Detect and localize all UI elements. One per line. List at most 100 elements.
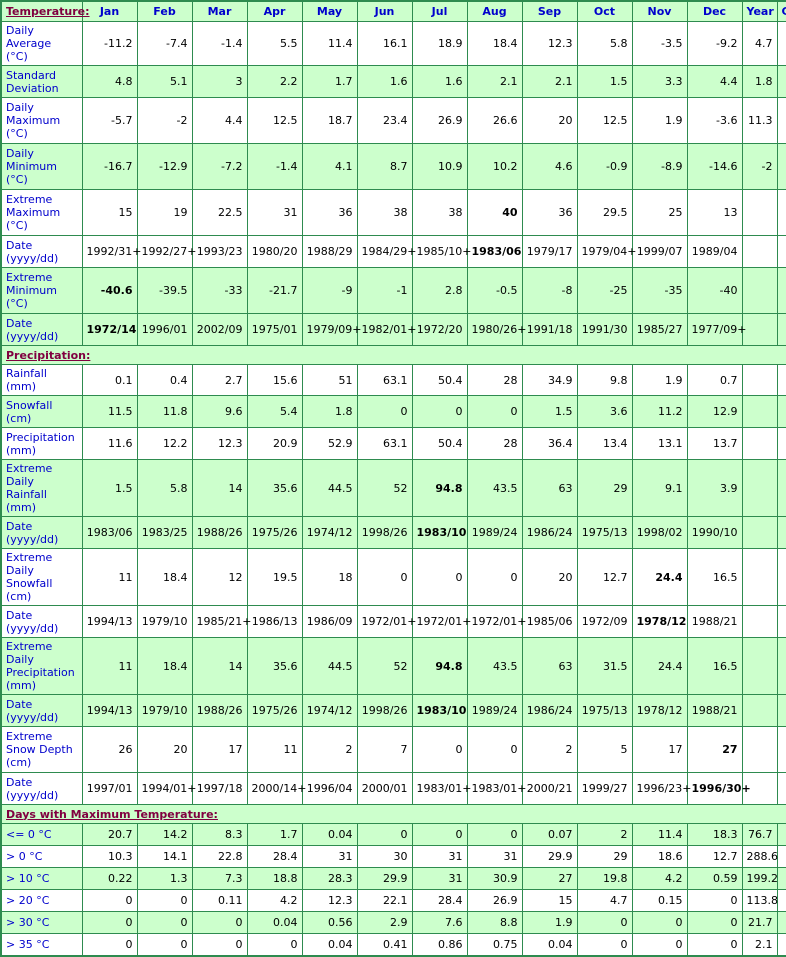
cell-code xyxy=(776,605,786,638)
section-header-precipitation: Precipitation: xyxy=(0,345,786,365)
cell-sep: 27 xyxy=(521,867,578,890)
cell-nov: 1978/12 xyxy=(631,605,688,638)
row-label: > 35 °C xyxy=(0,933,83,957)
cell-mar: -7.2 xyxy=(191,143,248,190)
cell-aug: 28 xyxy=(466,427,523,460)
cell-aug: 0 xyxy=(466,726,523,773)
cell-oct: 29.5 xyxy=(576,189,633,236)
cell-nov: 25 xyxy=(631,189,688,236)
cell-mar: 8.3 xyxy=(191,823,248,846)
cell-jan: 1972/14 xyxy=(81,313,138,346)
cell-code: A xyxy=(776,867,786,890)
cell-jul: 10.9 xyxy=(411,143,468,190)
cell-oct: 29 xyxy=(576,459,633,517)
cell-nov: 1998/02 xyxy=(631,516,688,549)
cell-jan: 0 xyxy=(81,889,138,912)
cell-year xyxy=(741,548,778,606)
cell-may: 1996/04 xyxy=(301,772,358,805)
cell-mar: -1.4 xyxy=(191,21,248,66)
cell-may: 52.9 xyxy=(301,427,358,460)
cell-sep: 15 xyxy=(521,889,578,912)
cell-aug: 43.5 xyxy=(466,637,523,695)
cell-feb: 0 xyxy=(136,933,193,957)
cell-oct: 1972/09 xyxy=(576,605,633,638)
cell-apr: 0 xyxy=(246,933,303,957)
cell-code: A xyxy=(776,889,786,912)
cell-jul: 1972/01+ xyxy=(411,605,471,638)
cell-code: A xyxy=(776,97,786,144)
cell-jan: 1997/01 xyxy=(81,772,138,805)
cell-dec: 4.4 xyxy=(686,65,743,98)
cell-oct: 13.4 xyxy=(576,427,633,460)
cell-may: 18.7 xyxy=(301,97,358,144)
cell-code: A xyxy=(776,21,786,66)
cell-nov: 11.4 xyxy=(631,823,688,846)
cell-jun: 52 xyxy=(356,637,413,695)
row-label: Extreme Daily Snowfall (cm) xyxy=(0,548,83,606)
cell-apr: 5.5 xyxy=(246,21,303,66)
cell-may: 1.7 xyxy=(301,65,358,98)
cell-apr: 1.7 xyxy=(246,823,303,846)
cell-dec: 0 xyxy=(686,911,743,934)
cell-nov: 0 xyxy=(631,933,688,957)
row-label: Daily Minimum (°C) xyxy=(0,143,83,190)
cell-jan: 20.7 xyxy=(81,823,138,846)
cell-sep: 63 xyxy=(521,637,578,695)
cell-feb: 0 xyxy=(136,911,193,934)
cell-jan: 11 xyxy=(81,548,138,606)
cell-year: 113.8 xyxy=(741,889,778,912)
cell-jul: 0.86 xyxy=(411,933,468,957)
table-row: Extreme Minimum (°C) -40.6 -39.5 -33 -21.7 -9 -1… xyxy=(0,267,786,314)
cell-year xyxy=(741,516,778,549)
row-label: Date (yyyy/dd) xyxy=(0,694,83,727)
cell-nov: 11.2 xyxy=(631,395,688,428)
cell-feb: 11.8 xyxy=(136,395,193,428)
cell-jul: 0 xyxy=(411,395,468,428)
cell-feb: 1.3 xyxy=(136,867,193,890)
row-label: Date (yyyy/dd) xyxy=(0,772,83,805)
cell-year xyxy=(741,364,778,396)
cell-code: A xyxy=(776,911,786,934)
column-header-nov: Nov xyxy=(631,0,688,22)
cell-may: 12.3 xyxy=(301,889,358,912)
cell-jun: 2000/01 xyxy=(356,772,413,805)
cell-dec: 0 xyxy=(686,889,743,912)
cell-dec: 0 xyxy=(686,933,743,957)
cell-oct: 1991/30 xyxy=(576,313,633,346)
cell-aug: 0.75 xyxy=(466,933,523,957)
cell-may: 51 xyxy=(301,364,358,396)
cell-oct: 1999/27 xyxy=(576,772,633,805)
cell-dec: 1988/21 xyxy=(686,694,743,727)
row-label: > 10 °C xyxy=(0,867,83,890)
cell-apr: 2.2 xyxy=(246,65,303,98)
cell-code: A xyxy=(776,395,786,428)
cell-year: 11.3 xyxy=(741,97,778,144)
cell-sep: 0.04 xyxy=(521,933,578,957)
cell-feb: 0 xyxy=(136,889,193,912)
cell-aug: 0 xyxy=(466,395,523,428)
cell-year xyxy=(741,235,778,268)
cell-dec: 3.9 xyxy=(686,459,743,517)
cell-jun: 1972/01+ xyxy=(356,605,416,638)
cell-oct: 2 xyxy=(576,823,633,846)
cell-year xyxy=(741,605,778,638)
cell-jun: 22.1 xyxy=(356,889,413,912)
cell-dec: 1990/10 xyxy=(686,516,743,549)
cell-jun: 0 xyxy=(356,548,413,606)
cell-code xyxy=(776,267,786,314)
cell-jul: 94.8 xyxy=(411,637,468,695)
cell-apr: -1.4 xyxy=(246,143,303,190)
table-row: > 10 °C 0.22 1.3 7.3 18.8 28.3 29.9 31 30.9 27 19.… xyxy=(0,867,786,890)
cell-nov: 0 xyxy=(631,911,688,934)
cell-jan: 0 xyxy=(81,911,138,934)
table-row: Daily Minimum (°C) -16.7 -12.9 -7.2 -1.4 4.1 8.7… xyxy=(0,143,786,190)
cell-sep: 2.1 xyxy=(521,65,578,98)
cell-nov: -35 xyxy=(631,267,688,314)
cell-feb: 18.4 xyxy=(136,548,193,606)
cell-may: 1986/09 xyxy=(301,605,358,638)
cell-jan: -40.6 xyxy=(81,267,138,314)
cell-dec: -14.6 xyxy=(686,143,743,190)
cell-jun: 52 xyxy=(356,459,413,517)
cell-jun: 1982/01+ xyxy=(356,313,416,346)
cell-dec: 27 xyxy=(686,726,743,773)
